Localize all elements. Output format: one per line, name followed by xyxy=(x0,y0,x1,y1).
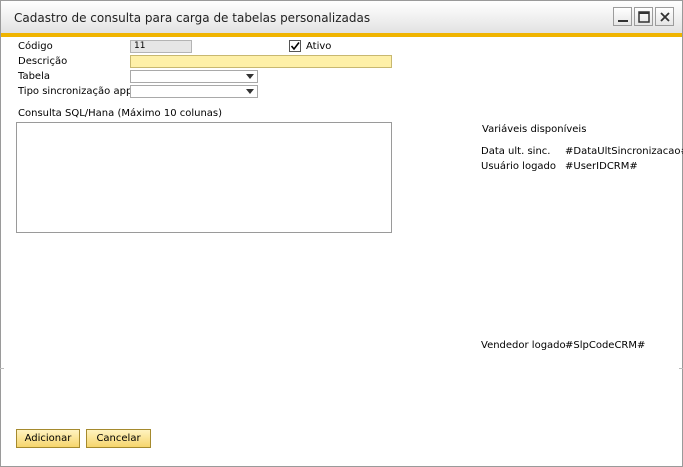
codigo-field[interactable]: 11 xyxy=(130,40,192,53)
minimize-icon xyxy=(618,20,628,22)
codigo-label: Código xyxy=(18,41,53,52)
close-button[interactable] xyxy=(655,7,674,26)
variable-label: Data ult. sinc. xyxy=(481,146,551,157)
tipo-sincronizacao-label: Tipo sincronização app xyxy=(18,86,133,97)
tipo-sincronizacao-select[interactable] xyxy=(130,85,258,98)
ativo-checkbox[interactable] xyxy=(289,40,301,52)
tabela-select[interactable] xyxy=(130,70,258,83)
variable-label: Usuário logado xyxy=(481,161,557,172)
divider xyxy=(0,368,4,369)
maximize-icon xyxy=(638,11,650,23)
consulta-sql-textarea[interactable] xyxy=(16,122,392,233)
variable-value: #DataUltSincronizacao# xyxy=(565,146,683,157)
cancel-button[interactable]: Cancelar xyxy=(86,429,151,448)
window-title: Cadastro de consulta para carga de tabel… xyxy=(14,11,371,25)
descricao-field[interactable] xyxy=(130,55,392,68)
consulta-label: Consulta SQL/Hana (Máximo 10 colunas) xyxy=(18,108,223,119)
descricao-label: Descrição xyxy=(18,56,68,67)
dialog-window: Cadastro de consulta para carga de tabel… xyxy=(0,0,683,467)
add-button[interactable]: Adicionar xyxy=(16,429,80,448)
variables-heading: Variáveis disponíveis xyxy=(482,124,587,135)
variable-value: #SlpCodeCRM# xyxy=(565,340,646,351)
title-bar[interactable]: Cadastro de consulta para carga de tabel… xyxy=(1,1,682,37)
close-icon xyxy=(660,12,670,22)
variable-label: Vendedor logado xyxy=(481,340,566,351)
variable-value: #UserIDCRM# xyxy=(565,161,638,172)
chevron-down-icon xyxy=(246,74,254,79)
ativo-label: Ativo xyxy=(306,41,332,52)
minimize-button[interactable] xyxy=(613,7,632,26)
chevron-down-icon xyxy=(246,89,254,94)
checkmark-icon xyxy=(290,42,300,51)
divider xyxy=(679,368,683,369)
maximize-button[interactable] xyxy=(634,7,653,26)
tabela-label: Tabela xyxy=(18,71,50,82)
